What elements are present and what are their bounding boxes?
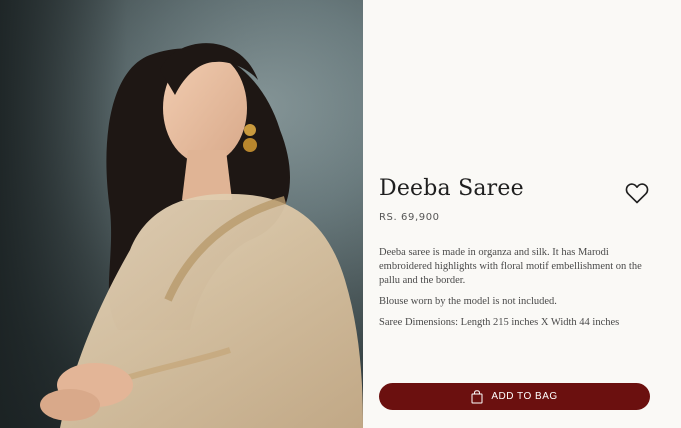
- product-description: Deeba saree is made in organza and silk.…: [379, 246, 655, 337]
- description-paragraph: Blouse worn by the model is not included…: [379, 296, 557, 307]
- product-page: Deeba Saree RS. 69,900 Deeba saree is ma…: [0, 0, 681, 428]
- add-to-bag-button[interactable]: ADD TO BAG: [379, 383, 650, 410]
- description-paragraph: Saree Dimensions: Length 215 inches X Wi…: [379, 317, 620, 328]
- model-photo: [0, 0, 363, 428]
- product-details: Deeba Saree RS. 69,900 Deeba saree is ma…: [363, 0, 681, 428]
- add-to-bag-label: ADD TO BAG: [491, 391, 558, 402]
- heart-outline-icon: [625, 183, 649, 204]
- description-paragraph: Deeba saree is made in organza and silk.…: [379, 247, 642, 286]
- product-image: [0, 0, 363, 428]
- product-title: Deeba Saree: [379, 176, 524, 201]
- product-price: RS. 69,900: [379, 212, 440, 223]
- wishlist-button[interactable]: [625, 182, 649, 204]
- shopping-bag-icon: [471, 389, 483, 404]
